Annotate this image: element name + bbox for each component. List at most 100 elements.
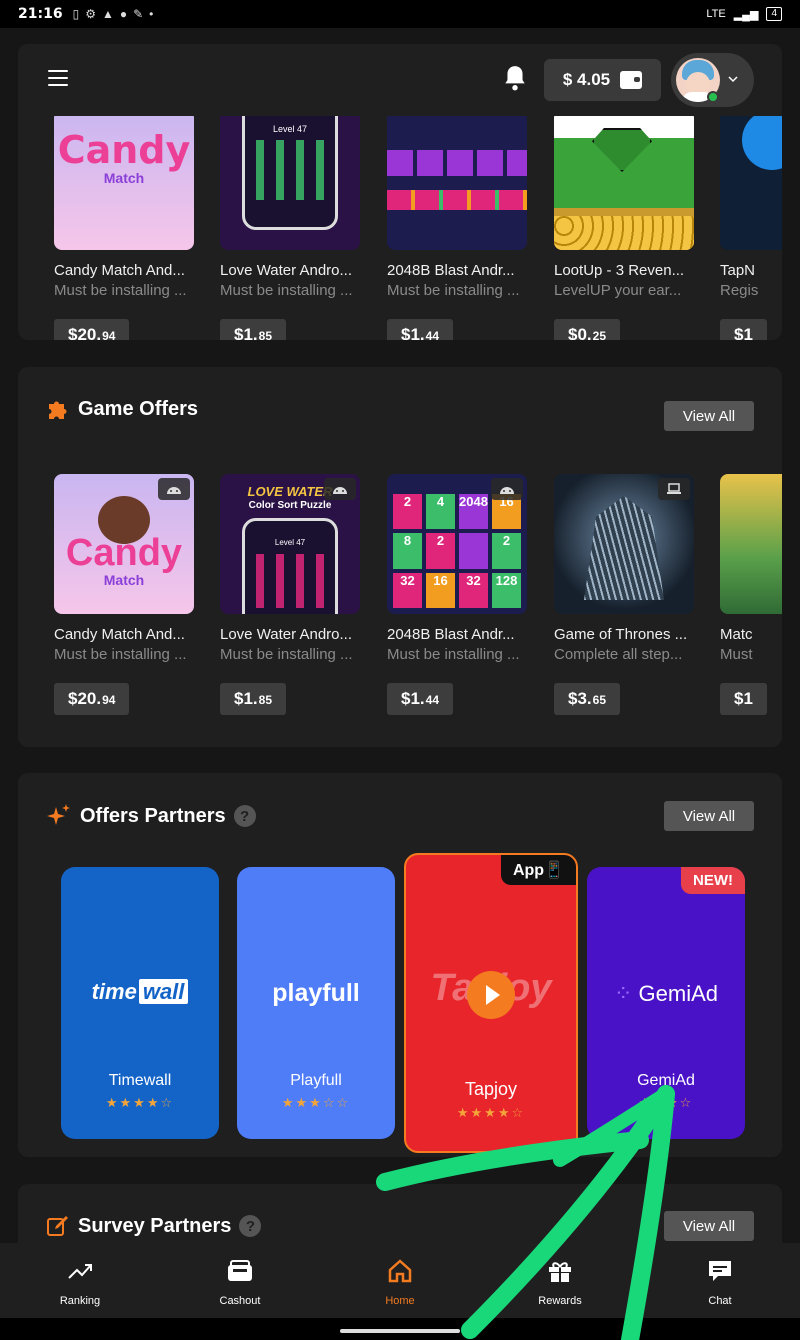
vibrate-icon: ▯ [72, 7, 80, 21]
tubes-graphic [256, 554, 326, 608]
offer-price[interactable]: $3. 65 [554, 683, 620, 715]
puzzle-icon [49, 401, 67, 419]
offer-title: TapN [720, 262, 756, 279]
offer-price[interactable]: $20. 94 [54, 683, 130, 715]
partner-rating: ★★★☆ [587, 1095, 745, 1111]
hamburger-menu-icon[interactable] [48, 70, 68, 86]
survey-partners-view-all-button[interactable]: View All [664, 1211, 754, 1241]
gift-icon [549, 1262, 571, 1282]
offer-price[interactable]: $1. 44 [387, 683, 453, 715]
rating-empty: ☆☆ [322, 1095, 351, 1110]
offer-price[interactable]: $1 [720, 319, 767, 340]
offer-card[interactable]: Candy Match Candy Match And... Must be i… [54, 110, 194, 340]
offer-title: Love Water Andro... [220, 626, 353, 643]
battery-icon: 4 [766, 7, 782, 21]
logo-part: time [91, 979, 137, 1004]
android-icon [167, 487, 181, 494]
offer-price[interactable]: $1. 85 [220, 319, 286, 340]
offer-partners-title: Offers Partners [80, 804, 226, 827]
platform-badge [658, 478, 690, 500]
offer-card[interactable]: Level 47 Love Water Andro... Must be ins… [220, 110, 360, 340]
signal-icon: ▂▄▆ [733, 8, 759, 21]
offer-title: Candy Match And... [54, 626, 185, 643]
partner-card-timewall[interactable]: time wall Timewall ★★★★☆ [61, 867, 219, 1139]
partner-name: Timewall [108, 1072, 172, 1089]
nav-cashout[interactable]: Cashout [160, 1243, 320, 1318]
coins-graphic [554, 216, 694, 250]
partner-name: Tapjoy [464, 1079, 518, 1099]
offer-price[interactable]: $20. 94 [54, 319, 130, 340]
offer-subtitle: Regis [720, 282, 759, 299]
game-offer-card[interactable]: Candy Match Candy Match And... Must be i… [54, 474, 194, 715]
bottom-navigation: Ranking Cashout Home Rewards Chat [0, 1243, 800, 1318]
price-main: $1. [401, 689, 425, 708]
throne-graphic [584, 496, 664, 600]
battery-level: 4 [771, 8, 777, 19]
offer-thumbnail [387, 110, 527, 250]
nav-rewards[interactable]: Rewards [480, 1243, 640, 1318]
help-icon[interactable]: ? [239, 1215, 262, 1237]
system-home-bar[interactable] [0, 1318, 800, 1340]
game-offer-card[interactable]: LOVE WATER Color Sort Puzzle Level 47 Lo… [220, 474, 360, 715]
platform-badge [491, 478, 523, 500]
candy-logo: Candy [57, 128, 191, 172]
app-badge: App📱 [500, 855, 576, 885]
price-cents: 94 [102, 329, 116, 340]
offer-thumbnail: LOVE WATER Color Sort Puzzle Level 47 [220, 474, 360, 614]
android-icon [333, 487, 347, 494]
partner-card-tapjoy[interactable]: App📱 Tapjoy Tapjoy ★★★★☆ [404, 853, 578, 1153]
profile-menu[interactable] [671, 53, 754, 107]
warning-icon: ▲ [101, 7, 114, 21]
network-label: LTE [706, 8, 726, 20]
price-cents: 94 [102, 693, 116, 707]
game-offer-card[interactable]: Matc Must $1 [720, 474, 782, 715]
offer-card[interactable]: TapN Regis $1 [720, 110, 782, 340]
price-cents: 25 [592, 329, 606, 340]
android-status-icon: ● [119, 7, 128, 21]
rating-empty: ☆ [160, 1095, 175, 1110]
tile: 32 [459, 572, 488, 608]
offer-card[interactable]: 2048B Blast Andr... Must be installing .… [387, 110, 527, 340]
chevron-down-icon [728, 76, 738, 83]
game-offer-card[interactable]: 2 4 2048 16 8 2 2 32 16 32 128 2048B Bla… [387, 474, 527, 715]
partner-card-gemiad[interactable]: NEW! ⁘ GemiAd GemiAd ★★★☆ [587, 867, 745, 1139]
rating-empty: ☆ [511, 1105, 526, 1120]
play-button-icon[interactable] [467, 971, 515, 1019]
help-icon[interactable]: ? [233, 805, 256, 827]
offer-price[interactable]: $1 [720, 683, 767, 715]
offer-thumbnail: Candy Match [54, 110, 194, 250]
edit-icon [47, 1216, 68, 1236]
nav-chat[interactable]: Chat [640, 1243, 800, 1318]
new-badge: NEW! [681, 867, 745, 894]
wrench-icon: ✎ [133, 7, 144, 21]
game-offer-card[interactable]: Game of Thrones ... Complete all step...… [554, 474, 694, 715]
nav-ranking[interactable]: Ranking [0, 1243, 160, 1318]
timewall-logo: time wall [61, 979, 219, 1005]
wallet-icon [228, 1260, 252, 1281]
blue-circle-graphic [742, 110, 782, 170]
bell-icon[interactable] [502, 64, 528, 92]
nav-label: Home [385, 1295, 415, 1307]
offer-thumbnail: Candy Match [54, 474, 194, 614]
offer-price[interactable]: $1. 44 [387, 319, 453, 340]
balance-button[interactable]: $ 4.05 [544, 59, 661, 101]
partner-card-playfull[interactable]: playfull Playfull ★★★☆☆ [237, 867, 395, 1139]
sparkle-icon [47, 804, 70, 825]
offer-partners-view-all-button[interactable]: View All [664, 801, 754, 831]
tile: 32 [393, 572, 422, 608]
game-offers-view-all-button[interactable]: View All [664, 401, 754, 431]
section-title: Survey Partners ? [46, 1214, 262, 1238]
offer-price[interactable]: $1. 85 [220, 683, 286, 715]
status-time: 21:16 [18, 6, 63, 22]
platform-badge [324, 478, 356, 500]
offer-price[interactable]: $0. 25 [554, 319, 620, 340]
partner-name: Playfull [290, 1072, 342, 1089]
offer-card[interactable]: LootUp - 3 Reven... LevelUP your ear... … [554, 110, 694, 340]
status-right: LTE ▂▄▆ 4 [706, 7, 782, 21]
level-label: Level 47 [274, 538, 306, 547]
rating-empty: ☆ [679, 1095, 694, 1110]
gemiad-mark-icon: ⁘ [613, 981, 633, 1006]
candy-logo: Candy [65, 532, 183, 574]
tile: 2 [492, 533, 521, 569]
nav-home[interactable]: Home [320, 1243, 480, 1318]
